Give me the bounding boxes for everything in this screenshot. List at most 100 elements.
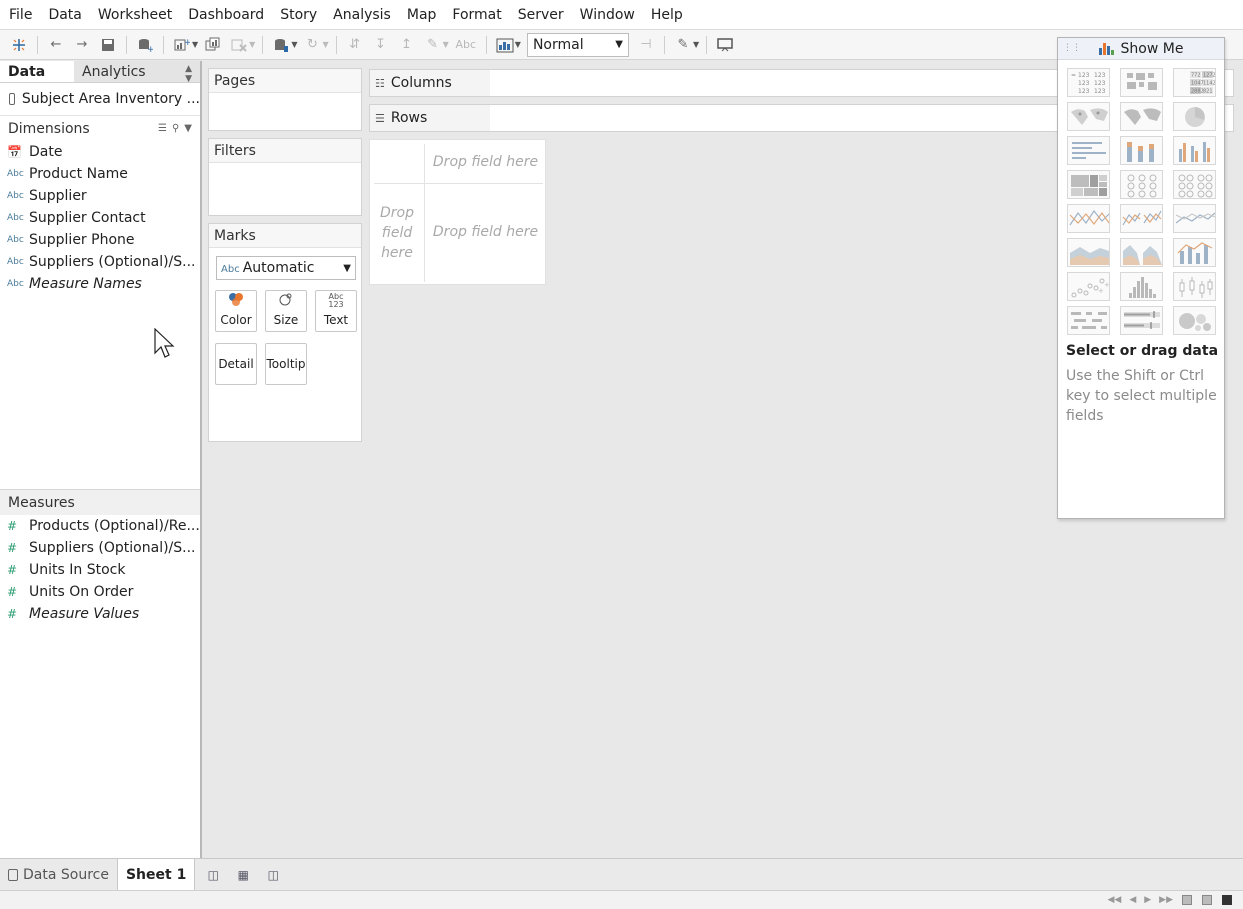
- tableau-logo-icon[interactable]: [8, 34, 30, 56]
- swap-rows-columns-icon[interactable]: ⇵: [344, 34, 366, 56]
- chevron-down-icon[interactable]: ▼: [322, 40, 328, 49]
- menu-data[interactable]: Data: [40, 0, 89, 30]
- drag-grip-icon[interactable]: ⋮⋮: [1063, 43, 1081, 53]
- chevron-down-icon[interactable]: ▼: [291, 40, 297, 49]
- pie-chart-icon[interactable]: [1173, 102, 1216, 131]
- field-measure-values[interactable]: # Measure Values: [0, 603, 200, 625]
- gantt-chart-icon[interactable]: [1067, 306, 1110, 335]
- clear-sheet-icon[interactable]: [228, 34, 250, 56]
- sort-descending-icon[interactable]: ↥: [396, 34, 418, 56]
- tab-sheet-1[interactable]: Sheet 1: [116, 858, 196, 891]
- tab-data-source[interactable]: Data Source: [0, 859, 117, 891]
- text-button[interactable]: Abc 123 Text: [315, 290, 357, 332]
- previous-sheet-icon[interactable]: ◀: [1129, 895, 1136, 905]
- menu-help[interactable]: Help: [643, 0, 691, 30]
- text-table-icon[interactable]: = 123 123 123 123 123 123: [1067, 68, 1110, 97]
- menu-file[interactable]: File: [1, 0, 40, 30]
- menu-worksheet[interactable]: Worksheet: [90, 0, 180, 30]
- stacked-bars-icon[interactable]: [1120, 136, 1163, 165]
- fit-dropdown[interactable]: Normal ▼: [526, 32, 629, 57]
- tab-analytics[interactable]: Analytics: [74, 61, 192, 82]
- chevron-down-icon[interactable]: ▼: [249, 40, 255, 49]
- highlight-icon[interactable]: ✎: [422, 34, 444, 56]
- box-whisker-icon[interactable]: [1173, 272, 1216, 301]
- tooltip-button[interactable]: Tooltip: [265, 343, 307, 385]
- view-list-icon[interactable]: ☰: [158, 123, 167, 134]
- dual-lines-icon[interactable]: [1173, 204, 1216, 233]
- field-supplier[interactable]: Abc Supplier: [0, 185, 200, 207]
- field-supplier-phone[interactable]: Abc Supplier Phone: [0, 229, 200, 251]
- filmstrip-icon[interactable]: [1202, 895, 1212, 905]
- scatter-plot-icon[interactable]: ++: [1067, 272, 1110, 301]
- pages-shelf[interactable]: Pages: [208, 68, 362, 131]
- drop-zone-marks[interactable]: Drop field here: [428, 224, 543, 240]
- chevron-down-icon[interactable]: ▼: [693, 40, 699, 49]
- heat-map-icon[interactable]: [1120, 68, 1163, 97]
- side-by-side-circles-icon[interactable]: [1173, 170, 1216, 199]
- chevron-down-icon[interactable]: ▼: [192, 40, 198, 49]
- horizontal-bars-icon[interactable]: [1067, 136, 1110, 165]
- chevron-down-icon[interactable]: ▼: [443, 40, 449, 49]
- menu-format[interactable]: Format: [444, 0, 509, 30]
- new-data-source-icon[interactable]: +: [134, 34, 156, 56]
- search-icon[interactable]: ⚲: [172, 123, 179, 134]
- field-suppliers-optional[interactable]: Abc Suppliers (Optional)/S...: [0, 251, 200, 273]
- new-worksheet-icon[interactable]: ◫: [201, 865, 225, 885]
- pause-updates-icon[interactable]: [270, 34, 292, 56]
- field-date[interactable]: 📅 Date: [0, 141, 200, 163]
- pane-menu-arrow-icon[interactable]: ▲ ▼: [185, 64, 192, 84]
- tabs-view-icon[interactable]: [1222, 895, 1232, 905]
- field-units-on-order[interactable]: # Units On Order: [0, 581, 200, 603]
- continuous-lines-icon[interactable]: [1067, 204, 1110, 233]
- chevron-down-icon[interactable]: ▼: [184, 123, 192, 134]
- drop-zone-columns[interactable]: Drop field here: [428, 154, 543, 170]
- field-suppliers-optional-measure[interactable]: # Suppliers (Optional)/S...: [0, 537, 200, 559]
- annotate-pen-icon[interactable]: ✎: [672, 34, 694, 56]
- sort-ascending-icon[interactable]: ↧: [370, 34, 392, 56]
- menu-server[interactable]: Server: [510, 0, 572, 30]
- menu-story[interactable]: Story: [272, 0, 325, 30]
- new-story-icon[interactable]: ◫: [261, 865, 285, 885]
- first-sheet-icon[interactable]: ◀◀: [1107, 895, 1121, 905]
- sheet-sorter-icon[interactable]: [1182, 895, 1192, 905]
- redo-icon[interactable]: →: [71, 34, 93, 56]
- side-by-side-bars-icon[interactable]: [1173, 136, 1216, 165]
- size-button[interactable]: Size: [265, 290, 307, 332]
- presentation-mode-icon[interactable]: [714, 34, 736, 56]
- menu-dashboard[interactable]: Dashboard: [180, 0, 272, 30]
- discrete-lines-icon[interactable]: [1120, 204, 1163, 233]
- drop-zone-rows[interactable]: Drop field here: [376, 203, 418, 263]
- new-worksheet-icon[interactable]: +: [171, 34, 193, 56]
- show-me-chart-icon[interactable]: [494, 34, 516, 56]
- dual-combination-icon[interactable]: [1173, 238, 1216, 267]
- area-discrete-icon[interactable]: [1120, 238, 1163, 267]
- histogram-icon[interactable]: [1120, 272, 1163, 301]
- refresh-icon[interactable]: ↻: [301, 34, 323, 56]
- circle-views-icon[interactable]: [1120, 170, 1163, 199]
- next-sheet-icon[interactable]: ▶: [1144, 895, 1151, 905]
- field-product-name[interactable]: Abc Product Name: [0, 163, 200, 185]
- packed-bubbles-icon[interactable]: [1173, 306, 1216, 335]
- last-sheet-icon[interactable]: ▶▶: [1159, 895, 1173, 905]
- highlight-table-icon[interactable]: 772 1272 1047 1142 2882 821: [1173, 68, 1216, 97]
- filters-shelf[interactable]: Filters: [208, 138, 362, 216]
- menu-map[interactable]: Map: [399, 0, 445, 30]
- mark-type-dropdown[interactable]: Abc Automatic ▼: [216, 256, 356, 280]
- color-button[interactable]: Color: [215, 290, 257, 332]
- view-drop-area[interactable]: Drop field here Drop field here Drop fie…: [369, 139, 546, 285]
- tab-data[interactable]: Data: [0, 61, 74, 82]
- menu-analysis[interactable]: Analysis: [325, 0, 399, 30]
- show-mark-labels-icon[interactable]: Abc: [453, 34, 479, 56]
- chevron-down-icon[interactable]: ▼: [515, 40, 521, 49]
- new-dashboard-icon[interactable]: ▦: [231, 865, 255, 885]
- undo-icon[interactable]: ←: [45, 34, 67, 56]
- field-units-in-stock[interactable]: # Units In Stock: [0, 559, 200, 581]
- detail-button[interactable]: Detail: [215, 343, 257, 385]
- bullet-graph-icon[interactable]: [1120, 306, 1163, 335]
- filled-map-icon[interactable]: [1120, 102, 1163, 131]
- show-me-header[interactable]: ⋮⋮ Show Me: [1058, 38, 1224, 60]
- area-continuous-icon[interactable]: [1067, 238, 1110, 267]
- treemap-icon[interactable]: [1067, 170, 1110, 199]
- field-measure-names[interactable]: Abc Measure Names: [0, 273, 200, 295]
- symbol-map-icon[interactable]: [1067, 102, 1110, 131]
